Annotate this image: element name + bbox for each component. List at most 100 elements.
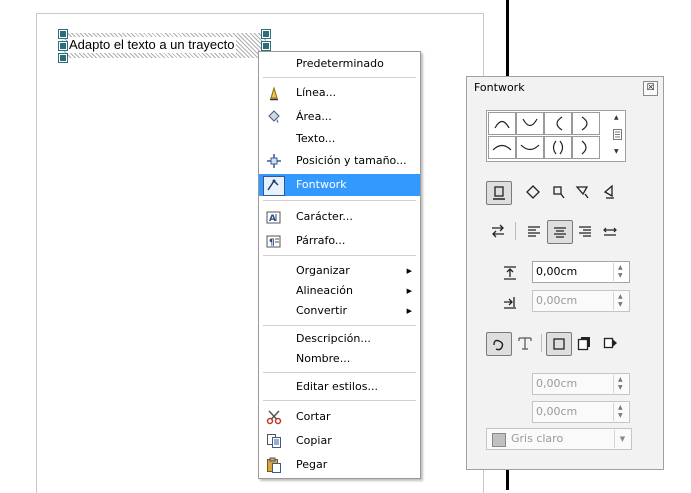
upright-icon[interactable] xyxy=(547,181,571,203)
menu-item-nombre[interactable]: Nombre... xyxy=(259,348,420,370)
menu-item-organizar[interactable]: Organizar ▶ xyxy=(259,260,420,282)
character-icon: A xyxy=(266,209,282,225)
resize-handle-top-left[interactable] xyxy=(58,29,68,39)
menu-item-parrafo[interactable]: ¶ Párrafo... xyxy=(259,230,420,252)
position-size-icon xyxy=(266,153,282,169)
shadow-color-value: Gris claro xyxy=(511,432,564,445)
distance-field[interactable]: 0,00cm ▲ ▼ xyxy=(532,261,630,283)
menu-item-posicion-tamano[interactable]: Posición y tamaño... xyxy=(259,150,420,172)
menu-separator xyxy=(263,325,416,326)
svg-text:¶: ¶ xyxy=(269,238,275,248)
color-swatch xyxy=(492,433,506,447)
menu-item-cortar[interactable]: Cortar xyxy=(259,406,420,428)
orientation-icon[interactable] xyxy=(486,220,510,242)
indent-spin-buttons[interactable]: ▲ ▼ xyxy=(613,292,628,310)
context-menu: Predeterminado Línea... Área... Texto...… xyxy=(258,51,421,479)
menu-separator xyxy=(263,255,416,256)
gallery-scrollbar[interactable]: ▲ ▼ xyxy=(611,112,624,158)
shadow-off-icon[interactable] xyxy=(546,332,572,356)
area-fill-icon xyxy=(266,109,282,125)
resize-handle-top-right[interactable] xyxy=(261,29,271,39)
shape-arch-right-icon[interactable] xyxy=(572,112,600,135)
menu-item-convertir[interactable]: Convertir ▶ xyxy=(259,300,420,322)
chevron-down-icon[interactable]: ▼ xyxy=(614,430,630,448)
menu-item-label: Descripción... xyxy=(296,332,371,345)
menu-separator xyxy=(263,200,416,201)
menu-item-label: Nombre... xyxy=(296,352,351,365)
indent-icon xyxy=(502,294,518,310)
text-object-content: Adapto el texto a un trayecto xyxy=(68,37,236,53)
shadow-y-spin-buttons[interactable]: ▲ ▼ xyxy=(613,403,628,421)
contour-icon[interactable] xyxy=(486,332,512,356)
scroll-up-icon[interactable]: ▲ xyxy=(614,114,619,121)
resize-handle-bottom-left[interactable] xyxy=(58,53,68,63)
menu-item-label: Texto... xyxy=(296,132,336,145)
menu-item-predeterminado[interactable]: Predeterminado xyxy=(259,53,420,75)
shadow-slant-icon[interactable] xyxy=(598,332,622,354)
shape-bracket-right-icon[interactable] xyxy=(572,136,600,159)
close-icon[interactable]: ☒ xyxy=(643,81,658,96)
menu-item-descripcion[interactable]: Descripción... xyxy=(259,328,420,350)
menu-item-area[interactable]: Área... xyxy=(259,106,420,128)
panel-title: Fontwork xyxy=(474,81,525,94)
page-left-border xyxy=(36,13,37,493)
align-center-icon[interactable] xyxy=(547,220,573,244)
menu-item-label: Editar estilos... xyxy=(296,380,378,393)
indent-field[interactable]: 0,00cm ▲ ▼ xyxy=(532,290,630,312)
menu-separator xyxy=(263,400,416,401)
scissors-icon xyxy=(266,409,282,425)
shadow-color-select[interactable]: Gris claro ▼ xyxy=(486,428,632,450)
slant-horizontal-icon[interactable] xyxy=(571,181,595,203)
scroll-down-icon[interactable]: ▼ xyxy=(614,148,619,155)
shadow-x-value: 0,00cm xyxy=(536,377,578,390)
text-frame-icon[interactable] xyxy=(513,332,537,354)
distance-spin-buttons[interactable]: ▲ ▼ xyxy=(613,263,628,281)
menu-item-fontwork[interactable]: Fontwork xyxy=(259,174,420,196)
fontwork-off-button[interactable] xyxy=(486,181,512,205)
distance-icon xyxy=(502,265,518,281)
fontwork-panel: Fontwork ☒ ▲ ▼ 0,00cm ▲ ▼ 0,00cm ▲ ▼ 0,0… xyxy=(466,76,664,470)
shadow-y-value: 0,00cm xyxy=(536,405,578,418)
menu-item-linea[interactable]: Línea... xyxy=(259,82,420,104)
fontwork-icon xyxy=(263,176,285,196)
submenu-arrow-icon: ▶ xyxy=(406,307,412,315)
menu-item-alineacion[interactable]: Alineación ▶ xyxy=(259,280,420,302)
menu-item-label: Pegar xyxy=(296,458,328,471)
line-icon xyxy=(266,85,282,101)
indent-value: 0,00cm xyxy=(536,294,578,307)
shape-parenthesis-icon[interactable] xyxy=(544,136,572,159)
menu-item-texto[interactable]: Texto... xyxy=(259,128,420,150)
shape-arch-down-icon[interactable] xyxy=(516,112,544,135)
menu-item-label: Cortar xyxy=(296,410,331,423)
menu-item-label: Convertir xyxy=(296,304,348,317)
menu-item-label: Área... xyxy=(296,110,332,123)
menu-separator xyxy=(263,372,416,373)
rotate-icon[interactable] xyxy=(521,181,545,203)
shape-arch-up-icon[interactable] xyxy=(488,112,516,135)
distance-value: 0,00cm xyxy=(536,265,578,278)
shape-curve-up-icon[interactable] xyxy=(488,136,516,159)
menu-item-label: Carácter... xyxy=(296,210,353,223)
menu-item-caracter[interactable]: A Carácter... xyxy=(259,206,420,228)
selected-text-object[interactable]: Adapto el texto a un trayecto xyxy=(58,29,271,63)
menu-item-label: Alineación xyxy=(296,284,353,297)
shadow-x-spin-buttons[interactable]: ▲ ▼ xyxy=(613,375,628,393)
shadow-y-field[interactable]: 0,00cm ▲ ▼ xyxy=(532,401,630,423)
slant-vertical-icon[interactable] xyxy=(597,181,621,203)
align-left-icon[interactable] xyxy=(522,220,546,242)
toolbar-separator xyxy=(541,334,542,352)
paragraph-icon: ¶ xyxy=(266,233,282,249)
copy-icon xyxy=(266,433,282,449)
menu-item-pegar[interactable]: Pegar xyxy=(259,454,420,476)
align-right-icon[interactable] xyxy=(573,220,597,242)
page-top-border xyxy=(36,13,484,14)
shadow-vertical-icon[interactable] xyxy=(572,332,596,354)
shape-curve-down-icon[interactable] xyxy=(516,136,544,159)
menu-item-editar-estilos[interactable]: Editar estilos... xyxy=(259,376,420,398)
shape-arch-left-icon[interactable] xyxy=(544,112,572,135)
menu-item-copiar[interactable]: Copiar xyxy=(259,430,420,452)
shadow-x-field[interactable]: 0,00cm ▲ ▼ xyxy=(532,373,630,395)
resize-handle-left[interactable] xyxy=(58,41,68,51)
autosize-text-icon[interactable] xyxy=(598,220,622,242)
resize-handle-right[interactable] xyxy=(261,41,271,51)
